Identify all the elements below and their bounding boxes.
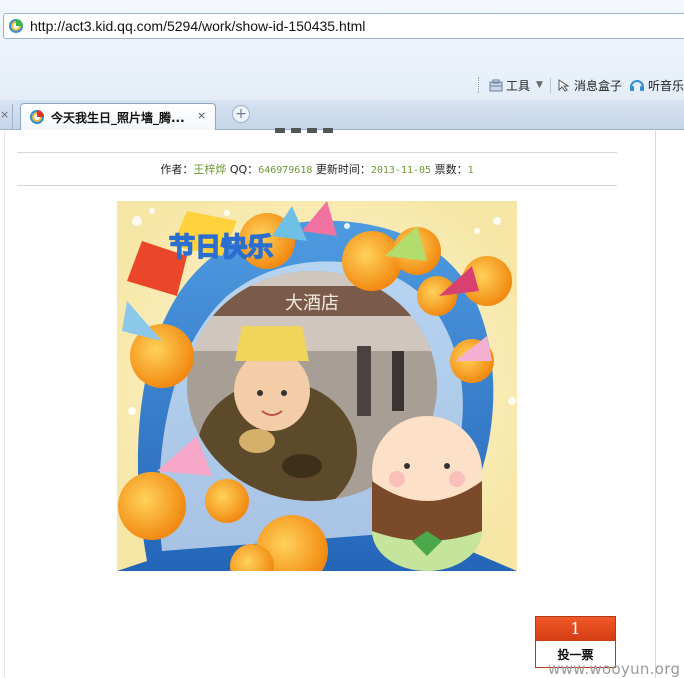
cartoon-child: [372, 416, 482, 571]
vote-count: 1: [536, 617, 615, 641]
work-meta: 作者：王梓烨 QQ：646979618 更新时间：2013-11-05 票数：1: [0, 161, 634, 177]
author-name[interactable]: 王梓烨: [193, 163, 226, 176]
site-favicon-icon: [8, 18, 24, 34]
browser-chrome: http://act3.kid.qq.com/5294/work/show-id…: [0, 0, 684, 100]
votes-label: 票数：: [434, 163, 468, 176]
tab-close-icon[interactable]: ×: [197, 109, 206, 122]
divider: [17, 185, 617, 186]
chevron-down-icon[interactable]: ▼: [536, 80, 543, 90]
updated-date: 2013-11-05: [370, 165, 432, 176]
author-label: 作者：: [160, 163, 194, 176]
page-title-cropped: [275, 125, 365, 133]
toolbox-icon: [489, 79, 503, 91]
headphones-icon: [630, 80, 644, 91]
toolbar-grip: [478, 77, 481, 93]
page-left-border: [4, 131, 5, 678]
festival-title: 节日快乐: [169, 233, 273, 263]
tools-menu-button[interactable]: 工具 ▼: [489, 77, 543, 93]
music-button[interactable]: 听音乐: [629, 77, 684, 93]
sign-text: 大酒店: [285, 293, 339, 314]
address-bar[interactable]: http://act3.kid.qq.com/5294/work/show-id…: [3, 13, 684, 39]
page-content: 作者：王梓烨 QQ：646979618 更新时间：2013-11-05 票数：1: [0, 128, 684, 678]
new-tab-button[interactable]: +: [232, 105, 250, 123]
qq-label: QQ：: [229, 163, 259, 176]
tools-label: 工具: [506, 78, 531, 93]
message-box-button[interactable]: 消息盒子: [557, 77, 622, 93]
music-label: 听音乐: [648, 78, 684, 93]
birthday-photo-frame: 大酒店 节日快乐: [117, 201, 517, 571]
updated-label: 更新时间：: [315, 163, 371, 176]
cursor-arrow-icon: [558, 78, 570, 92]
qq-number: 646979618: [258, 165, 313, 176]
votes-count: 1: [467, 165, 474, 176]
tab-title: 今天我生日_照片墙_腾...: [51, 111, 185, 125]
tab-current-page[interactable]: 今天我生日_照片墙_腾... ×: [20, 103, 216, 130]
watermark: www.wooyun.org: [548, 660, 681, 678]
work-photo[interactable]: 大酒店 节日快乐: [117, 201, 517, 571]
page-right-border: [655, 131, 656, 678]
close-icon[interactable]: ×: [0, 108, 9, 121]
divider: [17, 152, 617, 153]
url-text[interactable]: http://act3.kid.qq.com/5294/work/show-id…: [30, 18, 365, 34]
browser-toolbar: 工具 ▼ 消息盒子 听音乐: [0, 74, 684, 96]
site-favicon-icon: [29, 109, 45, 128]
toolbar-divider: [550, 78, 551, 93]
message-box-label: 消息盒子: [574, 78, 623, 93]
